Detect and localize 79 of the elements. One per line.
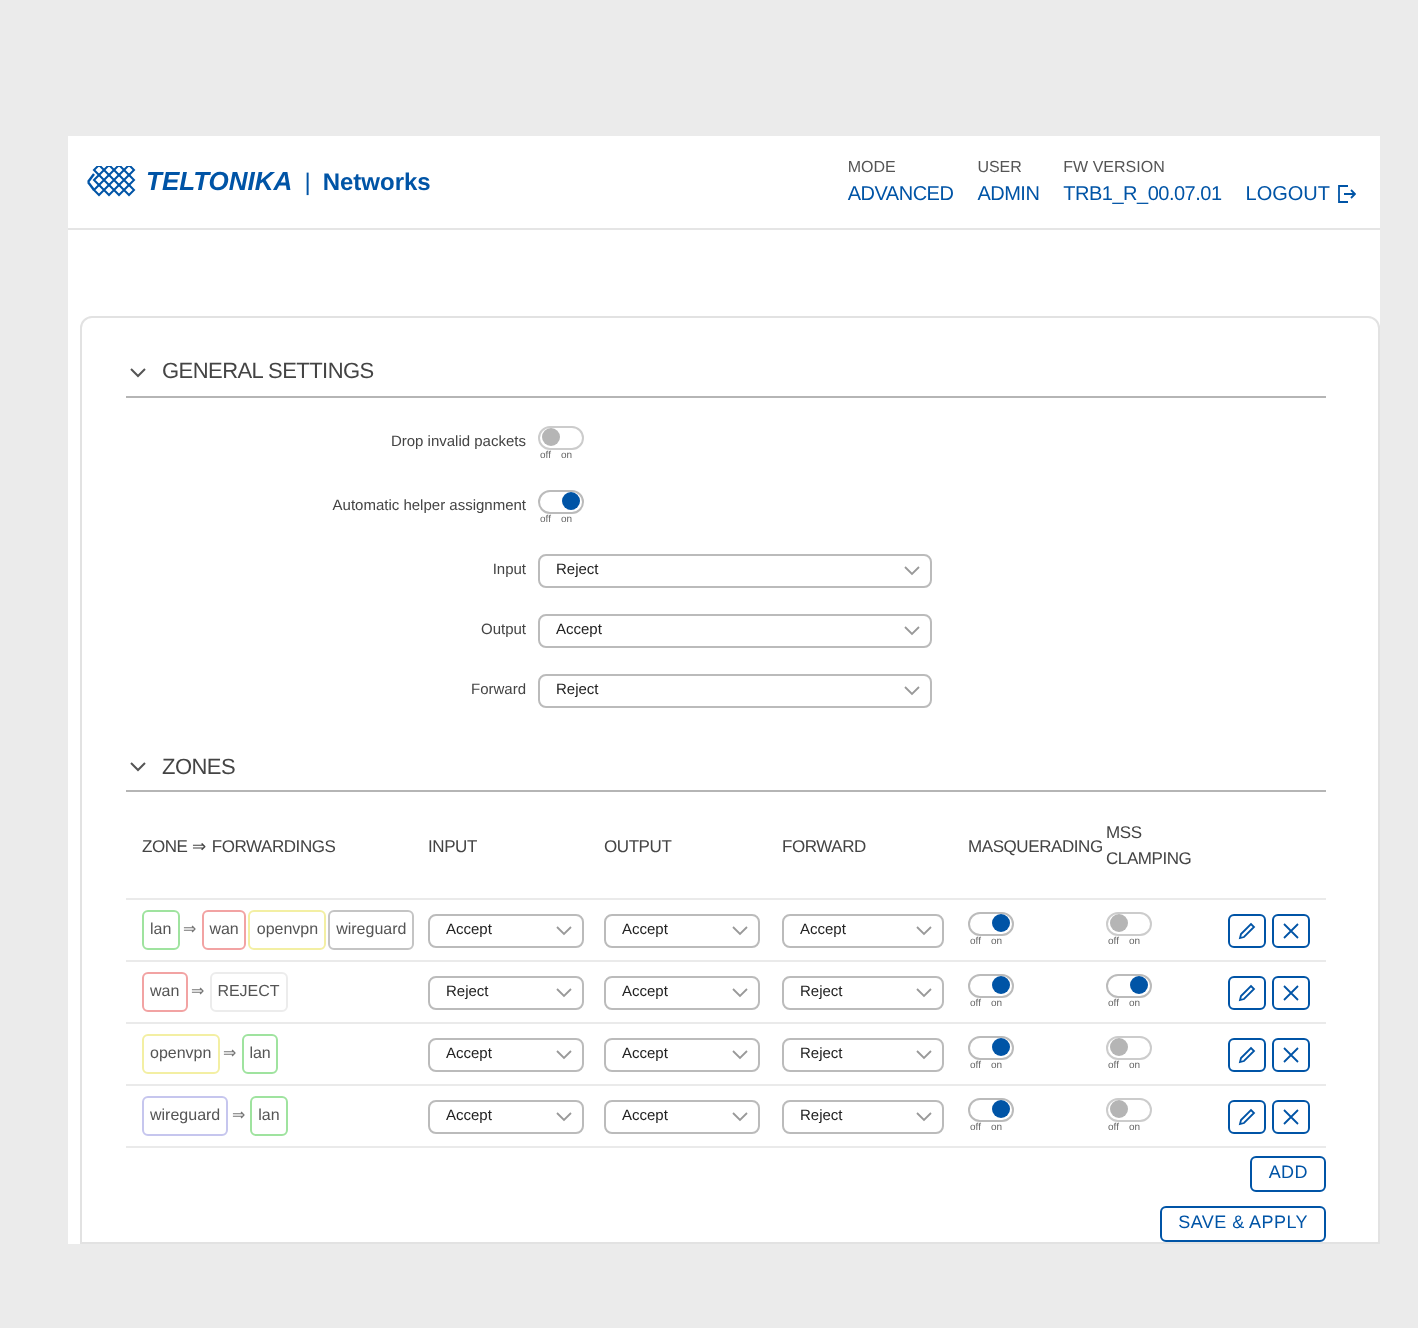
toggle-switch[interactable] bbox=[1106, 911, 1152, 935]
chevron-down-icon bbox=[732, 925, 748, 935]
zone-tag: lan bbox=[142, 910, 180, 950]
info-value: ADMIN bbox=[977, 181, 1040, 209]
chevron-down-icon bbox=[556, 1049, 572, 1059]
chevron-down-icon bbox=[904, 625, 920, 635]
brand-name: TELTONIKA bbox=[146, 164, 293, 201]
section-heading[interactable]: ZONES bbox=[126, 751, 1326, 792]
column-header: MASQUERADING bbox=[968, 833, 1105, 859]
toggle-switch[interactable] bbox=[1106, 1035, 1152, 1059]
chevron-down-icon bbox=[556, 987, 572, 997]
edit-button[interactable] bbox=[1228, 1099, 1266, 1133]
delete-button[interactable] bbox=[1272, 1099, 1310, 1133]
pencil-icon bbox=[1238, 983, 1256, 1001]
toggle-switch[interactable] bbox=[968, 973, 1014, 997]
info-label: USER bbox=[977, 155, 1024, 179]
logout-icon bbox=[1336, 184, 1356, 204]
chevron-icon bbox=[130, 367, 146, 378]
chevron-icon bbox=[130, 762, 146, 773]
toggle-switch[interactable] bbox=[968, 911, 1014, 935]
close-icon bbox=[1282, 1107, 1300, 1125]
arrow-text: ⇒ bbox=[181, 918, 200, 942]
column-header: MSS CLAMPING bbox=[1106, 820, 1186, 872]
zone-tag: wan bbox=[142, 972, 188, 1012]
chevron-down-icon bbox=[732, 987, 748, 997]
column-header: ZONE ⇒ FORWARDINGS bbox=[142, 833, 338, 859]
chevron-down-icon bbox=[904, 685, 920, 695]
info-label: MODE bbox=[847, 155, 898, 179]
chevron-down-icon bbox=[916, 925, 932, 935]
close-icon bbox=[1282, 921, 1300, 939]
toggle-switch[interactable] bbox=[968, 1035, 1014, 1059]
arrow-text: ⇒ bbox=[230, 1104, 249, 1128]
pencil-icon bbox=[1238, 1107, 1256, 1125]
logout-link[interactable]: LOGOUT bbox=[1245, 179, 1356, 209]
add-button[interactable]: ADD bbox=[1250, 1156, 1326, 1192]
zone-tag: wireguard bbox=[142, 1096, 229, 1136]
logo-divider: | bbox=[304, 166, 311, 200]
close-icon bbox=[1282, 983, 1300, 1001]
delete-button[interactable] bbox=[1272, 975, 1310, 1009]
pencil-icon bbox=[1238, 921, 1256, 939]
zone-tag: lan bbox=[241, 1034, 279, 1074]
info-value: ADVANCED bbox=[847, 181, 954, 209]
zone-tag: wireguard bbox=[328, 910, 415, 950]
chevron-down-icon bbox=[556, 1111, 572, 1121]
zone-tag: lan bbox=[250, 1096, 288, 1136]
pencil-icon bbox=[1238, 1045, 1256, 1063]
info-value: TRB1_R_00.07.01 bbox=[1063, 181, 1222, 209]
info-label: FW VERSION bbox=[1063, 155, 1167, 179]
chevron-down-icon bbox=[916, 987, 932, 997]
section-heading[interactable]: GENERAL SETTINGS bbox=[126, 356, 1326, 397]
column-header: INPUT bbox=[428, 833, 479, 859]
toggle-switch[interactable] bbox=[1106, 1097, 1152, 1121]
arrow-text: ⇒ bbox=[189, 980, 208, 1004]
toggle-switch[interactable] bbox=[968, 1097, 1014, 1121]
chevron-down-icon bbox=[916, 1049, 932, 1059]
chevron-down-icon bbox=[732, 1049, 748, 1059]
edit-button[interactable] bbox=[1228, 975, 1266, 1009]
chevron-down-icon bbox=[556, 925, 572, 935]
zone-tag: wan bbox=[201, 910, 247, 950]
delete-button[interactable] bbox=[1272, 913, 1310, 947]
zone-tag: openvpn bbox=[248, 910, 327, 950]
delete-button[interactable] bbox=[1272, 1037, 1310, 1071]
toggle-switch[interactable] bbox=[538, 489, 584, 513]
chevron-down-icon bbox=[904, 565, 920, 575]
toggle-switch[interactable] bbox=[1106, 973, 1152, 997]
column-header: OUTPUT bbox=[604, 833, 674, 859]
edit-button[interactable] bbox=[1228, 1037, 1266, 1071]
arrow-text: ⇒ bbox=[221, 1042, 240, 1066]
close-icon bbox=[1282, 1045, 1300, 1063]
chevron-down-icon bbox=[732, 1111, 748, 1121]
column-header: FORWARD bbox=[782, 833, 868, 859]
edit-button[interactable] bbox=[1228, 913, 1266, 947]
zone-tag: REJECT bbox=[209, 972, 288, 1012]
chevron-down-icon bbox=[916, 1111, 932, 1121]
toggle-switch[interactable] bbox=[538, 425, 584, 449]
zone-tag: openvpn bbox=[142, 1034, 220, 1074]
logo-icon bbox=[86, 166, 138, 198]
save-apply-button[interactable]: SAVE & APPLY bbox=[1160, 1206, 1326, 1242]
product-name: Networks bbox=[322, 166, 431, 200]
